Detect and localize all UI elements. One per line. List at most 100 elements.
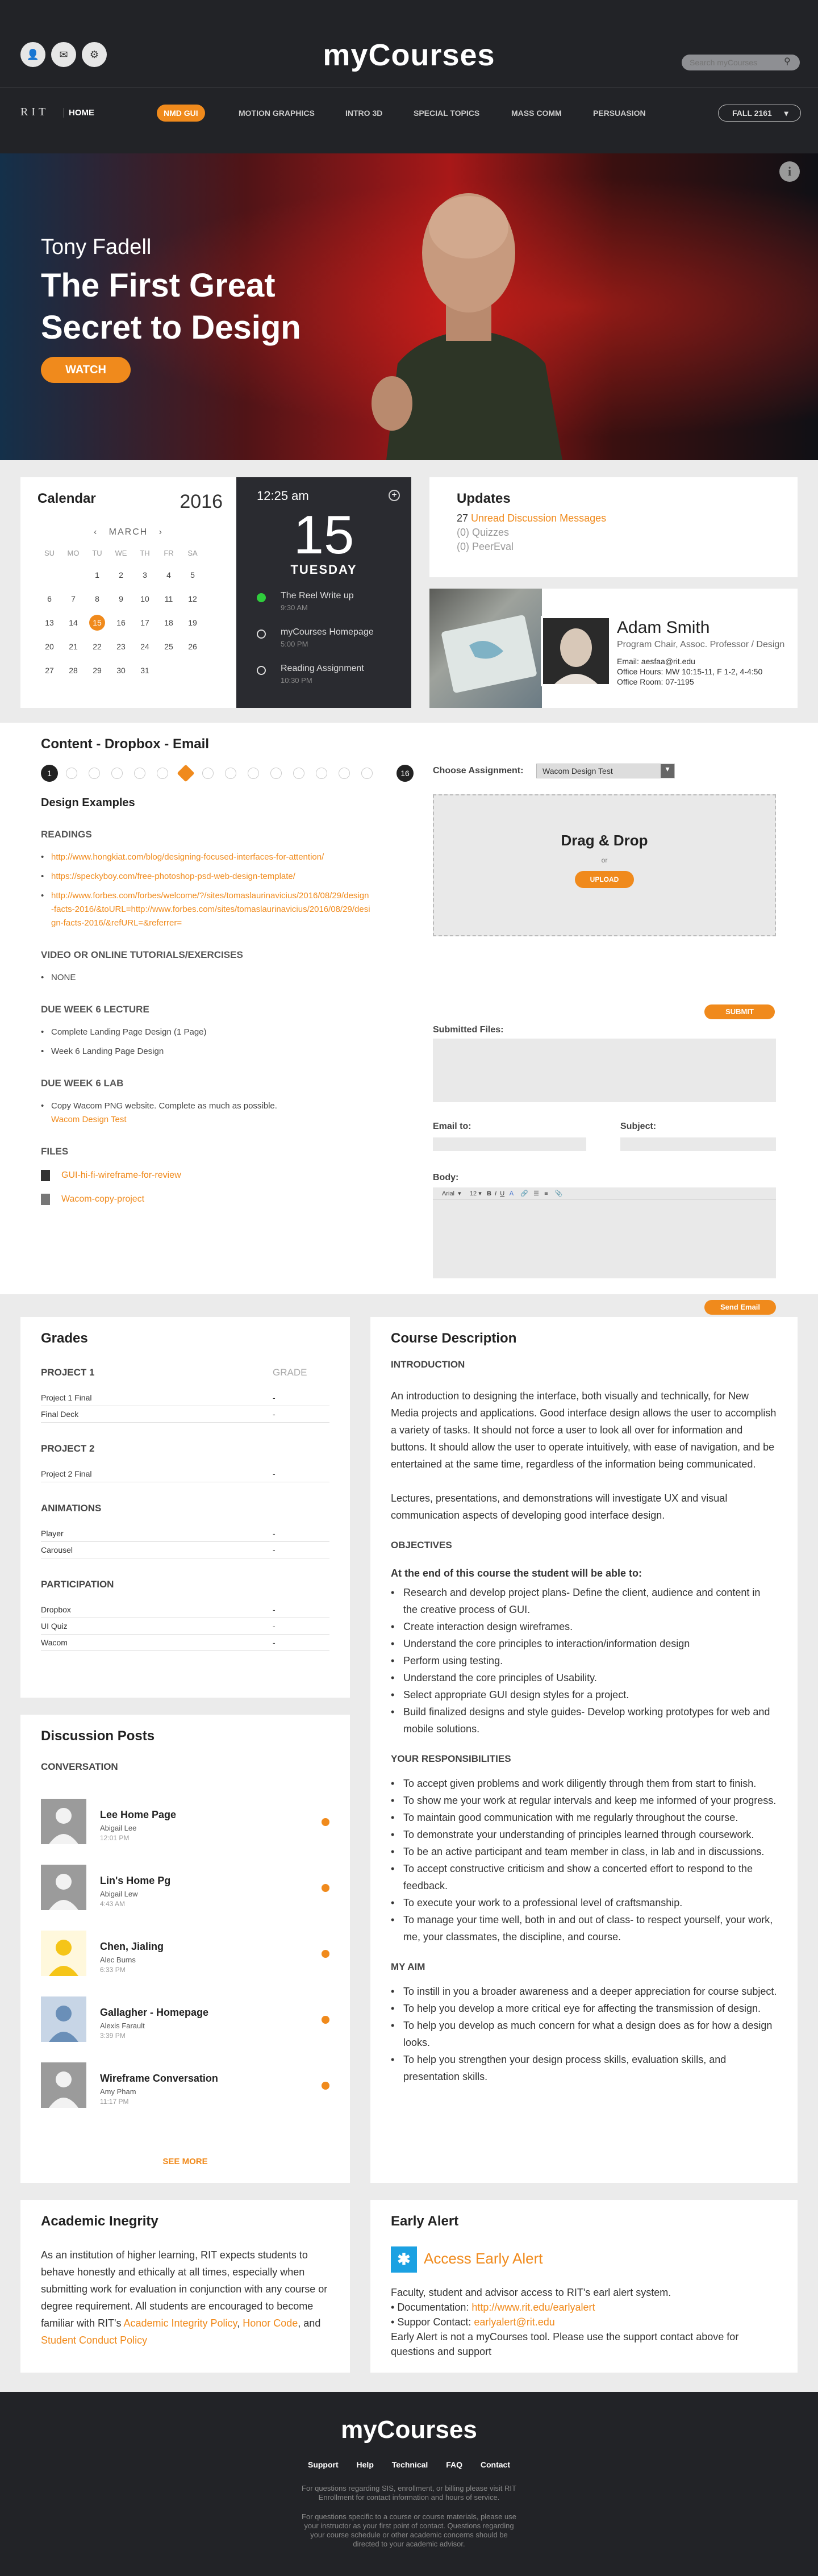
event-item[interactable]: Reading Assignment 10:30 PM bbox=[257, 664, 364, 685]
font-select[interactable]: Arial bbox=[442, 1190, 454, 1197]
calendar-day[interactable]: 9 bbox=[109, 591, 133, 607]
link-icon[interactable]: 🔗 bbox=[520, 1190, 528, 1197]
grade-row[interactable]: Player - bbox=[41, 1525, 329, 1542]
step-dot[interactable] bbox=[111, 768, 123, 779]
quizzes-link[interactable]: (0) Quizzes bbox=[457, 527, 770, 539]
chevron-right-icon[interactable]: › bbox=[159, 527, 163, 537]
add-event-icon[interactable]: + bbox=[389, 490, 400, 501]
nav-special-topics[interactable]: SPECIAL TOPICS bbox=[407, 105, 486, 122]
calendar-day[interactable]: 18 bbox=[157, 615, 181, 631]
unread-messages[interactable]: 27 Unread Discussion Messages bbox=[457, 512, 770, 524]
italic-icon[interactable]: I bbox=[495, 1190, 496, 1197]
calendar-day[interactable]: 20 bbox=[37, 639, 61, 655]
step-end[interactable]: 16 bbox=[397, 765, 414, 782]
step-dot[interactable] bbox=[66, 768, 77, 779]
calendar-day[interactable]: 1 bbox=[85, 567, 109, 583]
footer-faq-link[interactable]: FAQ bbox=[446, 2460, 462, 2469]
send-email-button[interactable]: Send Email bbox=[704, 1300, 776, 1315]
calendar-day[interactable]: 16 bbox=[109, 615, 133, 631]
footer-help-link[interactable]: Help bbox=[357, 2460, 374, 2469]
event-item[interactable]: myCourses Homepage 5:00 PM bbox=[257, 627, 374, 648]
honor-code-link[interactable]: Honor Code bbox=[243, 2317, 298, 2329]
conduct-policy-link[interactable]: Student Conduct Policy bbox=[41, 2335, 147, 2346]
upload-button[interactable]: UPLOAD bbox=[575, 871, 634, 888]
early-alert-icon[interactable]: ✱ bbox=[391, 2246, 417, 2273]
calendar-day[interactable]: 21 bbox=[61, 639, 85, 655]
file-link[interactable]: GUI-hi-fi-wireframe-for-review bbox=[61, 1170, 181, 1181]
step-end[interactable]: 1 bbox=[41, 765, 58, 782]
calendar-day[interactable]: 28 bbox=[61, 662, 85, 678]
calendar-day[interactable]: 11 bbox=[157, 591, 181, 607]
step-dot[interactable] bbox=[248, 768, 259, 779]
calendar-day[interactable]: 19 bbox=[181, 615, 204, 631]
footer-contact-link[interactable]: Contact bbox=[481, 2460, 510, 2469]
calendar-day[interactable]: 12 bbox=[181, 591, 204, 607]
calendar-day[interactable]: 13 bbox=[37, 615, 61, 631]
nav-intro-3d[interactable]: INTRO 3D bbox=[339, 105, 389, 122]
grade-row[interactable]: Carousel - bbox=[41, 1542, 329, 1558]
early-alert-link[interactable]: Access Early Alert bbox=[424, 2250, 543, 2267]
integrity-policy-link[interactable]: Academic Integrity Policy bbox=[123, 2317, 237, 2329]
calendar-day[interactable]: 23 bbox=[109, 639, 133, 655]
step-dot[interactable] bbox=[293, 768, 304, 779]
calendar-day[interactable]: 26 bbox=[181, 639, 204, 655]
calendar-day[interactable]: 7 bbox=[61, 591, 85, 607]
step-dot[interactable] bbox=[89, 768, 100, 779]
documentation-link[interactable]: http://www.rit.edu/earlyalert bbox=[471, 2302, 595, 2313]
footer-support-link[interactable]: Support bbox=[308, 2460, 339, 2469]
grade-row[interactable]: Wacom - bbox=[41, 1635, 329, 1651]
calendar-day[interactable]: 8 bbox=[85, 591, 109, 607]
grade-row[interactable]: Final Deck - bbox=[41, 1406, 329, 1423]
nav-mass-comm[interactable]: MASS COMM bbox=[504, 105, 569, 122]
reading-link[interactable]: http://www.hongkiat.com/blog/designing-f… bbox=[51, 852, 324, 862]
discussion-post[interactable]: Wireframe Conversation Amy Pham 11:17 PM bbox=[41, 2062, 329, 2108]
grade-row[interactable]: Dropbox - bbox=[41, 1602, 329, 1618]
see-more-link[interactable]: SEE MORE bbox=[20, 2157, 350, 2166]
attach-icon[interactable]: 📎 bbox=[555, 1190, 563, 1197]
bold-icon[interactable]: B bbox=[487, 1190, 491, 1197]
submit-button[interactable]: SUBMIT bbox=[704, 1004, 775, 1019]
support-link[interactable]: earlyalert@rit.edu bbox=[474, 2316, 554, 2328]
grade-row[interactable]: Project 1 Final - bbox=[41, 1390, 329, 1406]
calendar-day[interactable]: 30 bbox=[109, 662, 133, 678]
grade-row[interactable]: UI Quiz - bbox=[41, 1618, 329, 1635]
footer-technical-link[interactable]: Technical bbox=[392, 2460, 428, 2469]
step-dot[interactable] bbox=[361, 768, 373, 779]
nav-persuasion[interactable]: PERSUASION bbox=[586, 105, 653, 122]
term-select[interactable]: FALL 2161 ▾ bbox=[718, 105, 801, 122]
calendar-day[interactable]: 10 bbox=[133, 591, 157, 607]
discussion-post[interactable]: Lee Home Page Abigail Lee 12:01 PM bbox=[41, 1799, 329, 1844]
calendar-day[interactable]: 14 bbox=[61, 615, 85, 631]
grade-row[interactable]: Project 2 Final - bbox=[41, 1466, 329, 1482]
step-dot[interactable] bbox=[316, 768, 327, 779]
assignment-select[interactable]: Wacom Design Test ▾ bbox=[536, 764, 675, 778]
underline-icon[interactable]: U bbox=[500, 1190, 504, 1197]
reading-link[interactable]: http://www.forbes.com/forbes/welcome/?/s… bbox=[51, 891, 370, 928]
discussion-post[interactable]: Chen, Jialing Alec Burns 6:33 PM bbox=[41, 1931, 329, 1976]
watch-button[interactable]: WATCH bbox=[41, 357, 131, 383]
calendar-day[interactable]: 6 bbox=[37, 591, 61, 607]
file-item[interactable]: GUI-hi-fi-wireframe-for-review bbox=[41, 1170, 370, 1181]
step-dot[interactable] bbox=[339, 768, 350, 779]
size-select[interactable]: 12 bbox=[470, 1190, 477, 1197]
calendar-day[interactable]: 29 bbox=[85, 662, 109, 678]
calendar-day[interactable]: 25 bbox=[157, 639, 181, 655]
list-icon[interactable]: ☰ bbox=[533, 1190, 539, 1197]
unread-link[interactable]: Unread Discussion Messages bbox=[471, 512, 606, 524]
calendar-day[interactable]: 24 bbox=[133, 639, 157, 655]
step-dot[interactable] bbox=[157, 768, 168, 779]
step-current[interactable] bbox=[177, 764, 195, 782]
wacom-link[interactable]: Wacom Design Test bbox=[51, 1115, 127, 1124]
event-item[interactable]: The Reel Write up 9:30 AM bbox=[257, 591, 354, 612]
drop-zone[interactable]: Drag & Drop or UPLOAD bbox=[433, 794, 776, 936]
home-link[interactable]: HOME bbox=[64, 108, 94, 118]
body-editor[interactable]: Arial ▾ 12 ▾ B I U A 🔗 ☰ ≡ 📎 bbox=[433, 1187, 776, 1278]
peereval-link[interactable]: (0) PeerEval bbox=[457, 541, 770, 553]
calendar-day[interactable]: 17 bbox=[133, 615, 157, 631]
subject-field[interactable] bbox=[620, 1137, 776, 1151]
calendar-day[interactable]: 22 bbox=[85, 639, 109, 655]
chevron-left-icon[interactable]: ‹ bbox=[94, 527, 98, 537]
calendar-day[interactable]: 3 bbox=[133, 567, 157, 583]
calendar-day[interactable]: 31 bbox=[133, 662, 157, 678]
numbered-list-icon[interactable]: ≡ bbox=[544, 1190, 548, 1197]
